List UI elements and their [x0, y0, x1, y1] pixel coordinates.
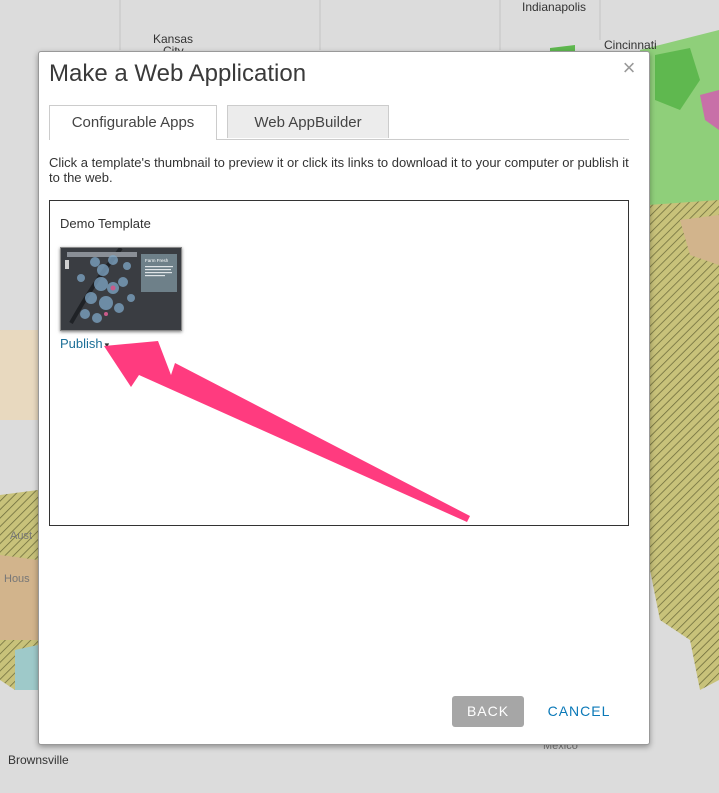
city-label-houston: Hous — [4, 573, 30, 585]
city-label-cincinnati: Cincinnati — [604, 38, 657, 52]
city-label-austin: Aust — [10, 530, 33, 542]
publish-link[interactable]: Publish ▾ — [60, 336, 109, 351]
thumbnail-map-image: Farm Fresh — [61, 248, 181, 330]
city-label-brownsville: Brownsville — [8, 753, 69, 767]
template-name: Demo Template — [60, 216, 151, 231]
make-web-app-dialog: Make a Web Application × Configurable Ap… — [38, 51, 650, 745]
thumbnail-title: Farm Fresh — [145, 258, 169, 263]
back-button[interactable]: BACK — [452, 696, 524, 727]
close-icon[interactable]: × — [619, 57, 639, 79]
dialog-title: Make a Web Application — [49, 60, 307, 87]
chevron-down-icon[interactable]: ▾ — [105, 340, 110, 350]
cancel-button[interactable]: CANCEL — [539, 696, 619, 727]
tab-bar: Configurable Apps Web AppBuilder — [49, 105, 629, 140]
instructions-text: Click a template's thumbnail to preview … — [49, 155, 629, 185]
publish-label[interactable]: Publish — [60, 336, 103, 351]
template-thumbnail[interactable]: Farm Fresh — [60, 247, 182, 331]
tab-web-appbuilder[interactable]: Web AppBuilder — [227, 105, 389, 138]
city-label-indianapolis: Indianapolis — [522, 0, 587, 14]
tab-configurable-apps[interactable]: Configurable Apps — [49, 105, 217, 140]
template-gallery: Demo Template Farm Fresh Publish ▾ — [49, 200, 629, 526]
